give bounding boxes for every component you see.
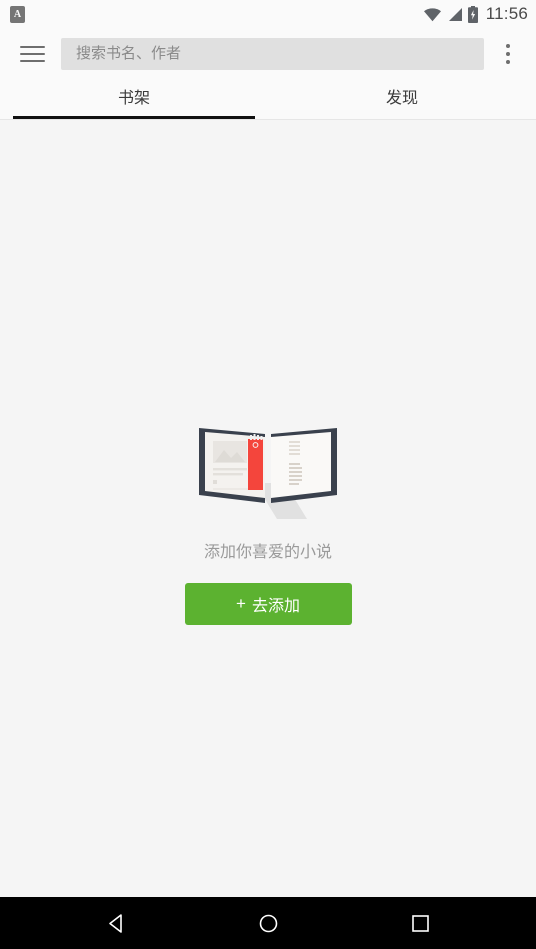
tab-discover[interactable]: 发现: [268, 79, 536, 119]
status-bar-indicators: 11:56: [423, 4, 528, 24]
content-area: 添加你喜爱的小说 + 去添加: [0, 120, 536, 897]
overflow-dot: [506, 51, 510, 56]
home-circle-icon: [259, 914, 277, 932]
add-book-button-label: 去添加: [251, 598, 300, 615]
add-book-button[interactable]: + 去添加: [184, 583, 352, 625]
tab-bookshelf[interactable]: 书架: [0, 79, 268, 119]
overflow-dot: [506, 59, 510, 64]
tab-active-indicator: [13, 116, 255, 119]
nav-home-button[interactable]: [240, 897, 296, 949]
empty-state-message: 添加你喜爱的小说: [203, 544, 332, 561]
hamburger-line: [19, 52, 45, 55]
tab-bar: 书架 发现: [0, 79, 536, 120]
back-triangle-icon: [108, 913, 122, 933]
status-bar-notifications: A: [10, 5, 25, 23]
hamburger-menu-icon[interactable]: [14, 36, 50, 72]
toolbar: [0, 28, 536, 79]
status-bar-clock: 11:56: [485, 4, 528, 23]
signal-icon: [447, 7, 463, 22]
recents-square-icon: [411, 914, 429, 932]
overflow-dot: [506, 43, 510, 48]
search-input[interactable]: [74, 44, 471, 63]
open-book-illustration: [199, 428, 337, 519]
battery-charging-icon: [467, 5, 478, 23]
wifi-icon: [423, 7, 442, 22]
hamburger-line: [19, 59, 45, 62]
system-navigation-bar: [0, 897, 536, 949]
nav-recents-button[interactable]: [392, 897, 448, 949]
status-bar: A 11:56: [0, 0, 536, 28]
app-root: A 11:56 搜索书名、作者 书架 发现 添加你喜爱的小说 + 去添加: [0, 0, 536, 949]
overflow-menu-icon[interactable]: [490, 34, 526, 74]
app-notification-icon: A: [10, 5, 25, 23]
search-field[interactable]: [61, 37, 484, 70]
empty-state: 添加你喜爱的小说 + 去添加: [0, 415, 536, 625]
hamburger-line: [19, 45, 45, 48]
nav-back-button[interactable]: [88, 897, 144, 949]
plus-icon: +: [236, 593, 246, 613]
